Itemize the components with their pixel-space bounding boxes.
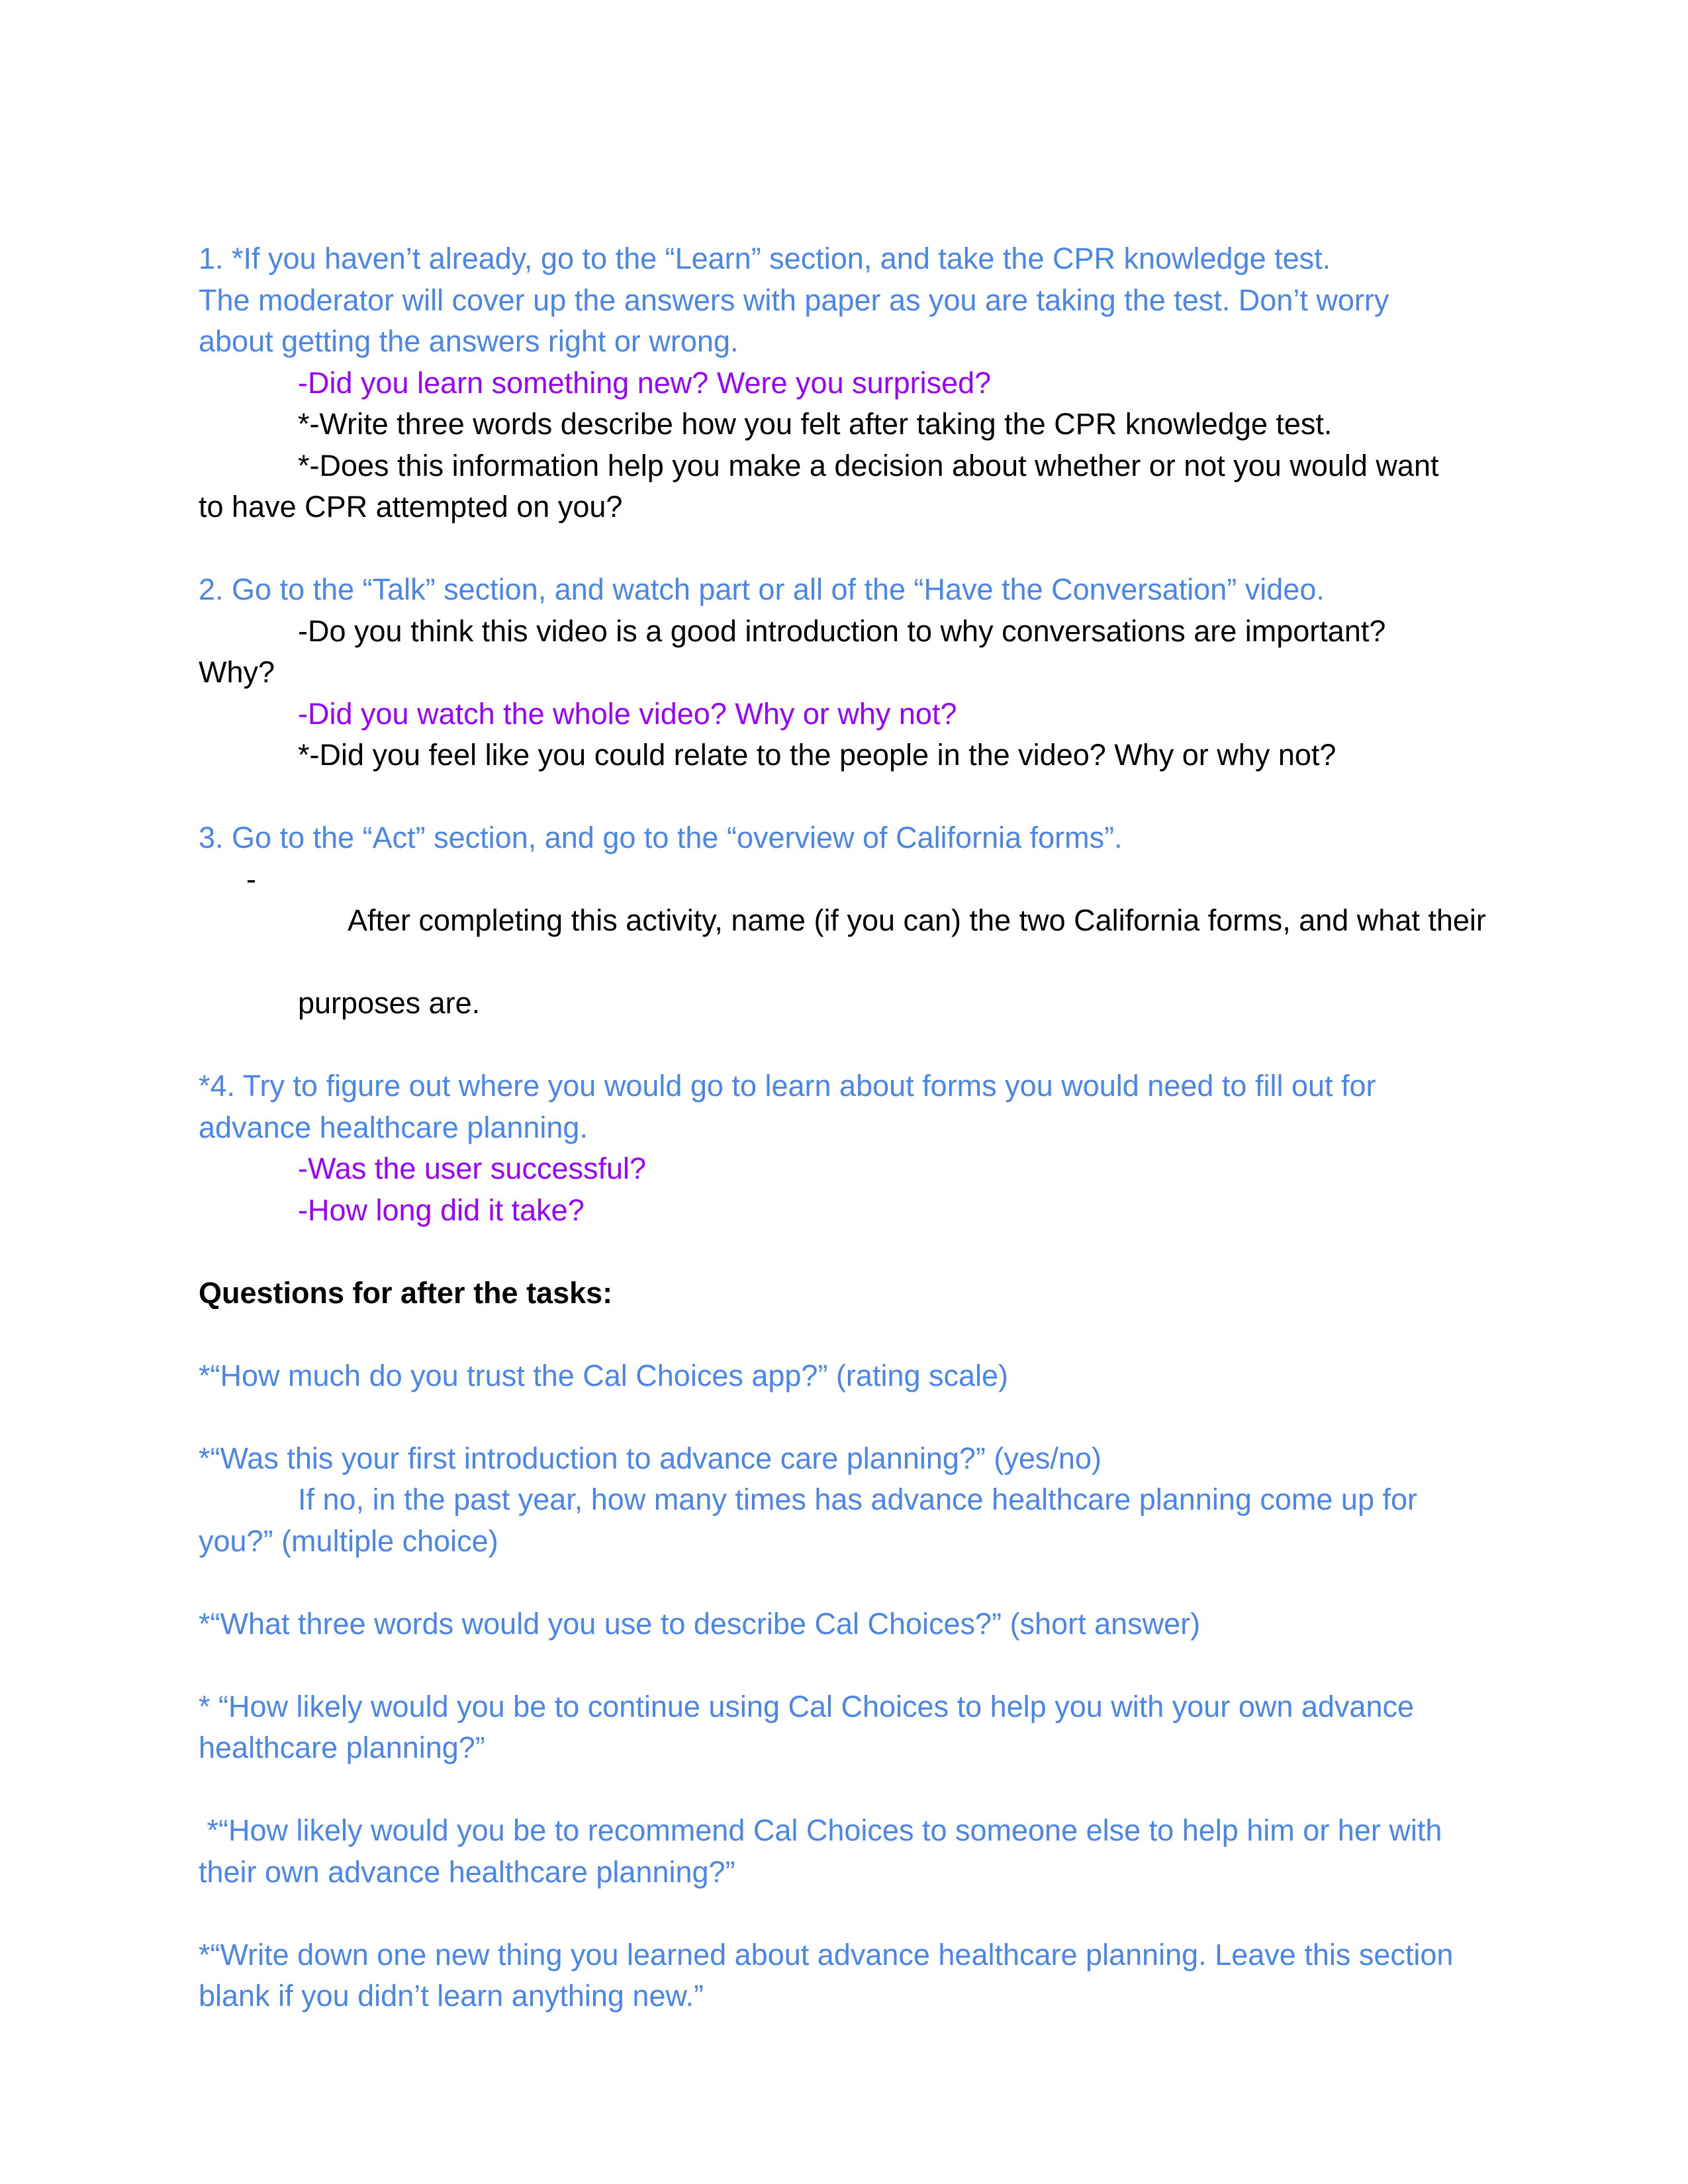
task-1-instruction-line-1: 1. *If you haven’t already, go to the “L… (199, 242, 1331, 275)
task-4-instruction-line-2: advance healthcare planning. (199, 1110, 588, 1144)
task-3-instruction: 3. Go to the “Act” section, and go to th… (199, 821, 1123, 854)
task-1-question-3-line-2: to have CPR attempted on you? (199, 490, 623, 523)
task-1-instruction-line-2: The moderator will cover up the answers … (199, 283, 1389, 317)
task-1: 1. *If you haven’t already, go to the “L… (199, 238, 1489, 528)
post-question-learned-line-2: blank if you didn’t learn anything new.” (199, 1979, 704, 2013)
post-question-recommend-line-1: *“How likely would you be to recommend C… (199, 1813, 1442, 1847)
post-question-recommend-line-2: their own advance healthcare planning?” (199, 1854, 735, 1889)
task-3-bullet-line-1: After completing this activity, name (if… (348, 903, 1486, 937)
post-question-trust: *“How much do you trust the Cal Choices … (199, 1358, 1009, 1392)
post-question-first-intro-line-1: *“Was this your first introduction to ad… (199, 1441, 1102, 1475)
task-4-instruction-line-1: *4. Try to figure out where you would go… (199, 1069, 1376, 1103)
section-heading: Questions for after the tasks: (199, 1275, 613, 1310)
task-3: 3. Go to the “Act” section, and go to th… (199, 817, 1489, 1024)
task-1-instruction-line-3: about getting the answers right or wrong… (199, 324, 739, 358)
post-question-first-intro-line-3: you?” (multiple choice) (199, 1524, 498, 1558)
after-tasks-section: Questions for after the tasks: *“How muc… (199, 1273, 1489, 2017)
task-3-bullet-line-2: purposes are. (298, 986, 481, 1020)
post-question-continue-line-1: * “How likely would you be to continue u… (199, 1689, 1415, 1723)
task-2-instruction: 2. Go to the “Talk” section, and watch p… (199, 572, 1325, 606)
task-2: 2. Go to the “Talk” section, and watch p… (199, 569, 1489, 776)
task-2-question-1-line-2: Why? (199, 655, 275, 689)
post-question-learned-line-1: *“Write down one new thing you learned a… (199, 1937, 1454, 1972)
task-2-question-2: -Did you watch the whole video? Why or w… (298, 696, 957, 731)
bullet-dash: - (246, 862, 256, 896)
post-question-continue-line-2: healthcare planning?” (199, 1731, 485, 1764)
post-question-three-words: *“What three words would you use to desc… (199, 1606, 1201, 1641)
task-4-question-2: -How long did it take? (298, 1193, 585, 1227)
task-3-bullet-item: - After completing this activity, name (i… (199, 859, 1489, 983)
task-2-question-1-line-1: -Do you think this video is a good intro… (298, 614, 1386, 648)
document-page: { "colors": { "task_blue": "#4a86e8", "q… (0, 0, 1688, 2184)
post-question-first-intro-line-2: If no, in the past year, how many times … (298, 1482, 1417, 1516)
document-body: 1. *If you haven’t already, go to the “L… (199, 238, 1489, 2017)
task-2-question-3: *-Did you feel like you could relate to … (298, 738, 1336, 772)
task-1-question-3-line-1: *-Does this information help you make a … (298, 448, 1439, 482)
task-4: *4. Try to figure out where you would go… (199, 1066, 1489, 1231)
task-1-question-1: -Did you learn something new? Were you s… (298, 365, 992, 400)
task-1-question-2: *-Write three words describe how you fel… (298, 407, 1333, 441)
task-4-question-1: -Was the user successful? (298, 1152, 647, 1185)
